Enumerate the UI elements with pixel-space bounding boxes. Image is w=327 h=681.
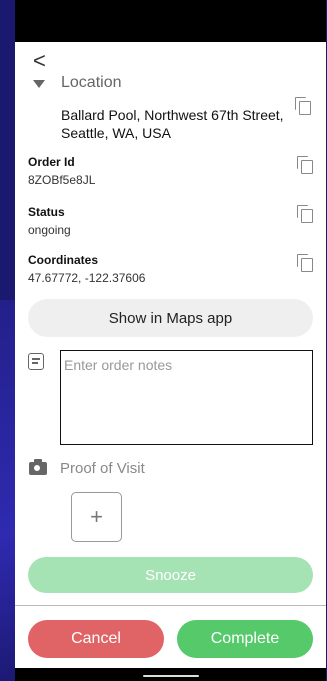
copy-icon[interactable] (297, 205, 313, 223)
order-notes-input[interactable]: Enter order notes (60, 350, 313, 445)
collapse-triangle-icon (33, 80, 45, 88)
order-id-label: Order Id (28, 155, 75, 169)
phone-frame: < Location Ballard Pool, Northwest 67th … (15, 0, 326, 681)
show-in-maps-button[interactable]: Show in Maps app (28, 299, 313, 337)
proof-of-visit-label: Proof of Visit (60, 460, 145, 477)
complete-button[interactable]: Complete (177, 620, 313, 658)
camera-icon (29, 459, 47, 475)
system-nav-bar (15, 668, 326, 681)
location-address: Ballard Pool, Northwest 67th Street, Sea… (61, 107, 284, 141)
status-value: ongoing (28, 223, 71, 237)
location-section-header[interactable]: Location (29, 72, 309, 90)
order-id-field: Order Id 8ZOBf5e8JL (28, 155, 95, 187)
copy-icon[interactable] (295, 97, 311, 115)
coordinates-field: Coordinates 47.67772, -122.37606 (28, 253, 145, 285)
order-id-value: 8ZOBf5e8JL (28, 173, 96, 187)
back-arrow-icon[interactable]: < (33, 50, 46, 72)
status-label: Status (28, 205, 65, 219)
home-indicator[interactable] (143, 675, 199, 677)
location-title: Location (61, 74, 122, 90)
cancel-button[interactable]: Cancel (28, 620, 164, 658)
coordinates-label: Coordinates (28, 253, 99, 267)
action-footer: Cancel Complete (15, 606, 326, 668)
coordinates-value: 47.67772, -122.37606 (28, 271, 146, 285)
status-field: Status ongoing (28, 205, 71, 237)
copy-icon[interactable] (297, 254, 313, 272)
copy-icon[interactable] (297, 156, 313, 174)
order-detail-screen: < Location Ballard Pool, Northwest 67th … (15, 42, 326, 668)
snooze-button[interactable]: Snooze (28, 557, 313, 593)
notes-icon (28, 353, 44, 370)
status-bar (15, 0, 326, 42)
add-photo-button[interactable]: + (71, 492, 122, 542)
